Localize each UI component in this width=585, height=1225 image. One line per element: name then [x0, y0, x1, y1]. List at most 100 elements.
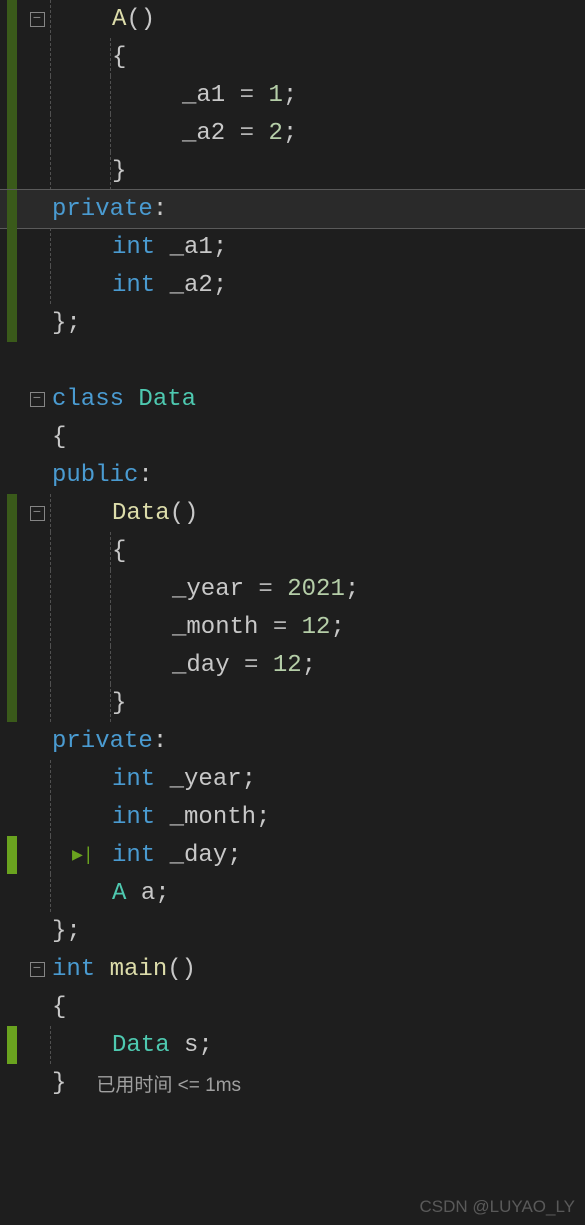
brace: { — [112, 538, 126, 565]
number: 12 — [273, 652, 302, 679]
brace: { — [52, 994, 66, 1021]
type-int: int — [112, 804, 155, 831]
semicolon: ; — [330, 614, 344, 641]
brace: } — [52, 1070, 66, 1097]
code-line[interactable]: A a; — [50, 874, 585, 912]
constructor-name: Data — [112, 500, 170, 527]
number: 2021 — [287, 576, 345, 603]
code-line[interactable]: public: — [50, 456, 585, 494]
variable: _a1 — [170, 234, 213, 261]
semicolon: ; — [227, 842, 241, 869]
type-class: A — [112, 880, 126, 907]
execution-pointer-icon: ▶| — [72, 844, 94, 866]
variable: _day — [170, 842, 228, 869]
semicolon: ; — [283, 82, 297, 109]
colon: : — [138, 462, 152, 489]
semicolon: ; — [256, 804, 270, 831]
number: 1 — [268, 82, 282, 109]
code-line-current[interactable]: private: — [50, 190, 585, 228]
class-name: Data — [138, 386, 196, 413]
semicolon: ; — [242, 766, 256, 793]
fold-minus-icon[interactable]: − — [30, 962, 45, 977]
semicolon: ; — [155, 880, 169, 907]
code-line[interactable]: { — [50, 418, 585, 456]
code-line[interactable]: private: — [50, 722, 585, 760]
parentheses: () — [170, 500, 199, 527]
variable: _year — [170, 766, 242, 793]
semicolon: ; — [213, 272, 227, 299]
operator: = — [258, 614, 301, 641]
variable: a — [141, 880, 155, 907]
type-int: int — [52, 956, 95, 983]
code-line[interactable]: ▶| int _day; — [50, 836, 585, 874]
code-line[interactable]: _day = 12; — [50, 646, 585, 684]
parentheses: () — [126, 6, 155, 33]
variable: s — [184, 1032, 198, 1059]
code-line[interactable]: int _a2; — [50, 266, 585, 304]
keyword-private: private — [52, 196, 153, 223]
code-line[interactable]: _year = 2021; — [50, 570, 585, 608]
function-name: main — [110, 956, 168, 983]
empty-line[interactable] — [50, 342, 585, 380]
variable: _month — [172, 614, 258, 641]
code-line[interactable]: Data s; — [50, 1026, 585, 1064]
constructor-name: A — [112, 6, 126, 33]
code-line[interactable]: _a2 = 2; — [50, 114, 585, 152]
semicolon: ; — [302, 652, 316, 679]
type-int: int — [112, 842, 155, 869]
variable: _a1 — [182, 82, 225, 109]
semicolon: ; — [345, 576, 359, 603]
variable: _day — [172, 652, 230, 679]
fold-minus-icon[interactable]: − — [30, 506, 45, 521]
code-line[interactable]: int _month; — [50, 798, 585, 836]
code-line[interactable]: { — [50, 988, 585, 1026]
code-line[interactable]: int main() — [50, 950, 585, 988]
variable: _year — [172, 576, 244, 603]
colon: : — [153, 196, 167, 223]
code-line[interactable]: { — [50, 38, 585, 76]
brace-end: }; — [52, 918, 81, 945]
type-int: int — [112, 234, 155, 261]
code-line[interactable]: _month = 12; — [50, 608, 585, 646]
code-line[interactable]: int _a1; — [50, 228, 585, 266]
code-line[interactable]: { — [50, 532, 585, 570]
semicolon: ; — [198, 1032, 212, 1059]
elapsed-time-label: 已用时间 <= 1ms — [96, 1070, 241, 1097]
variable: _a2 — [182, 120, 225, 147]
operator: = — [230, 652, 273, 679]
brace: } — [112, 158, 126, 185]
code-line[interactable]: A() — [50, 0, 585, 38]
code-line[interactable]: class Data — [50, 380, 585, 418]
variable: _a2 — [170, 272, 213, 299]
semicolon: ; — [283, 120, 297, 147]
code-line[interactable]: _a1 = 1; — [50, 76, 585, 114]
watermark: CSDN @LUYAO_LY — [419, 1197, 575, 1217]
fold-minus-icon[interactable]: − — [30, 12, 45, 27]
brace-end: }; — [52, 310, 81, 337]
code-line[interactable]: } 已用时间 <= 1ms — [50, 1064, 585, 1102]
colon: : — [153, 728, 167, 755]
code-line[interactable]: }; — [50, 304, 585, 342]
fold-minus-icon[interactable]: − — [30, 392, 45, 407]
keyword-private: private — [52, 728, 153, 755]
number: 2 — [268, 120, 282, 147]
code-line[interactable]: Data() — [50, 494, 585, 532]
type-int: int — [112, 766, 155, 793]
keyword-class: class — [52, 386, 124, 413]
operator: = — [244, 576, 287, 603]
semicolon: ; — [213, 234, 227, 261]
brace: { — [112, 44, 126, 71]
parentheses: () — [167, 956, 196, 983]
code-line[interactable]: int _year; — [50, 760, 585, 798]
code-line[interactable]: }; — [50, 912, 585, 950]
brace: } — [112, 690, 126, 717]
type-int: int — [112, 272, 155, 299]
code-line[interactable]: } — [50, 684, 585, 722]
number: 12 — [302, 614, 331, 641]
type-class: Data — [112, 1032, 170, 1059]
code-editor[interactable]: −A() { _a1 = 1; _a2 = 2; } private: int … — [0, 0, 585, 1102]
operator: = — [225, 82, 268, 109]
variable: _month — [170, 804, 256, 831]
code-line[interactable]: } — [50, 152, 585, 190]
brace: { — [52, 424, 66, 451]
